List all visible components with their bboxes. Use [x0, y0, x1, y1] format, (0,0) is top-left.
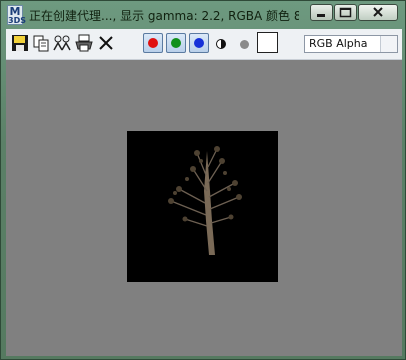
render-window: M 3DS 正在创建代理..., 显示 gamma: 2.2, RGBA 颜色 …	[0, 0, 406, 360]
app-icon: M 3DS	[7, 5, 26, 25]
blue-channel-icon	[194, 38, 204, 48]
mono-channel-icon[interactable]	[216, 39, 226, 49]
blue-channel-button[interactable]	[189, 33, 209, 53]
toolbar: RGB Alpha	[6, 29, 402, 60]
save-icon[interactable]	[11, 34, 29, 52]
green-channel-icon	[171, 38, 181, 48]
copy-icon[interactable]	[32, 34, 50, 52]
chevron-down-icon[interactable]	[380, 36, 397, 52]
color-swatch[interactable]	[257, 32, 278, 53]
render-canvas	[6, 60, 402, 356]
channel-select-value: RGB Alpha	[309, 37, 368, 50]
green-channel-button[interactable]	[166, 33, 186, 53]
minimize-button[interactable]	[310, 4, 333, 21]
maximize-icon	[339, 7, 352, 18]
window-title: 正在创建代理..., 显示 gamma: 2.2, RGBA 颜色 8 ...	[29, 9, 299, 23]
title-bar[interactable]: M 3DS 正在创建代理..., 显示 gamma: 2.2, RGBA 颜色 …	[1, 1, 405, 29]
rendered-image	[127, 131, 278, 282]
maximize-button[interactable]	[334, 4, 357, 21]
clone-icon[interactable]	[53, 34, 71, 52]
close-button[interactable]	[358, 4, 398, 21]
red-channel-icon	[148, 38, 158, 48]
minimize-icon	[317, 14, 325, 17]
alpha-channel-icon[interactable]	[240, 40, 249, 49]
channel-select[interactable]: RGB Alpha	[304, 35, 398, 53]
clear-icon[interactable]	[97, 34, 115, 52]
print-icon[interactable]	[75, 34, 93, 52]
red-channel-button[interactable]	[143, 33, 163, 53]
close-icon	[373, 7, 383, 17]
